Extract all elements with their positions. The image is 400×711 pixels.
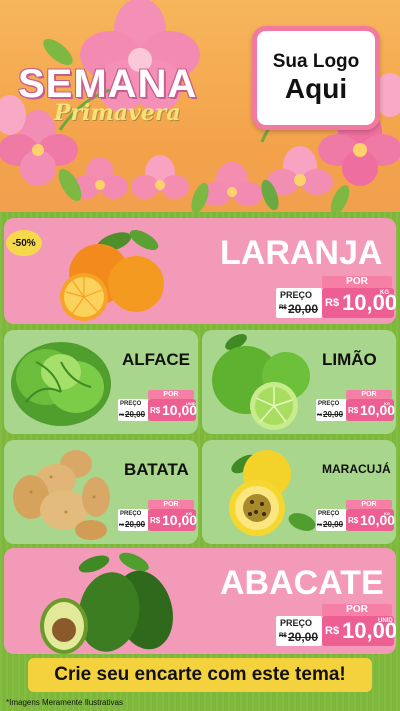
por-tag: POR	[346, 390, 392, 399]
por-tag: POR	[322, 604, 392, 616]
logo-line1: Sua Logo	[272, 51, 360, 73]
cta-banner[interactable]: Crie seu encarte com este tema!	[28, 658, 372, 692]
orange-icon	[60, 229, 164, 321]
old-price: 20,00	[125, 520, 146, 529]
title-sub: Primavera	[54, 100, 181, 126]
currency-symbol: R$	[150, 516, 161, 525]
currency-symbol: R$	[325, 297, 340, 309]
preco-label: PREÇO	[318, 401, 340, 407]
por-tag: POR	[148, 500, 194, 509]
logo-placeholder: Sua Logo Aqui	[252, 26, 380, 130]
product-card-limao: LIMÃO POR PREÇO R$ 20,00 R$ 10,00 KG	[202, 330, 396, 434]
old-price: 20,00	[125, 410, 146, 419]
por-tag: POR	[148, 390, 194, 399]
price-block: POR PREÇO R$ 20,00 R$ 10,00 UNID	[118, 390, 197, 422]
new-price-box: R$ 10,00 UNID	[322, 616, 396, 646]
price-block: POR PREÇO R$ 20,00 R$ 10,00 KG	[316, 500, 395, 532]
new-price-box: R$ 10,00 UNID	[148, 399, 197, 421]
unit: KG	[384, 401, 390, 406]
old-price-box: PREÇO R$ 20,00	[316, 509, 346, 531]
currency-symbol: R$	[150, 406, 161, 415]
old-price-box: PREÇO R$ 20,00	[316, 399, 346, 421]
lettuce-icon	[11, 342, 111, 426]
product-name: MARACUJÁ	[322, 462, 391, 476]
preco-label: PREÇO	[120, 401, 142, 407]
product-name: BATATA	[124, 460, 189, 479]
preco-label: PREÇO	[280, 290, 313, 300]
old-price: 20,00	[288, 302, 319, 316]
product-card-abacate: ABACATE POR PREÇO R$ 20,00 R$ 10,00 UNID	[4, 548, 396, 654]
product-name: LARANJA	[220, 234, 383, 272]
old-price-prefix: R$	[119, 522, 125, 527]
new-price-box: R$ 10,00 KG	[346, 399, 395, 421]
potato-icon	[13, 450, 110, 540]
old-price: 20,00	[288, 630, 319, 644]
currency-symbol: R$	[348, 406, 359, 415]
footnote: *Imagens Meramente Ilustrativas	[6, 698, 123, 707]
old-price: 20,00	[323, 410, 344, 419]
old-price-box: PREÇO R$ 20,00	[276, 288, 322, 318]
header-title: SEMANA Primavera	[14, 58, 244, 128]
price-block: POR PREÇO R$ 20,00 R$ 10,00 KG	[316, 390, 395, 422]
discount-badge: -50%	[6, 230, 42, 256]
product-card-alface: ALFACE POR PREÇO R$ 20,00 R$ 10,00 UNID	[4, 330, 198, 434]
por-tag: POR	[322, 276, 392, 288]
currency-symbol: R$	[325, 625, 340, 637]
unit: UNID	[186, 401, 196, 406]
price-block: POR PREÇO R$ 20,00 R$ 10,00 UNID	[276, 604, 396, 648]
header-banner: SEMANA Primavera Sua Logo Aqui	[0, 0, 400, 215]
lime-icon	[212, 334, 310, 430]
preco-label: PREÇO	[318, 511, 340, 517]
product-name: LIMÃO	[322, 350, 377, 369]
old-price: 20,00	[323, 520, 344, 529]
old-price-prefix: R$	[279, 633, 287, 639]
new-price-box: R$ 10,00 KG	[346, 509, 395, 531]
new-price-box: R$ 10,00 KG	[322, 288, 396, 318]
price-block: POR PREÇO R$ 20,00 R$ 10,00 KG	[118, 500, 197, 532]
old-price-prefix: R$	[279, 305, 287, 311]
old-price-prefix: R$	[119, 412, 125, 417]
por-tag: POR	[346, 500, 392, 509]
price-block: POR PREÇO R$ 20,00 R$ 10,00 KG	[276, 276, 396, 320]
product-card-maracuja: MARACUJÁ POR PREÇO R$ 20,00 R$ 10,00 KG	[202, 440, 396, 544]
currency-symbol: R$	[348, 516, 359, 525]
product-name: ABACATE	[220, 564, 384, 602]
preco-label: PREÇO	[120, 511, 142, 517]
unit: KG	[186, 511, 192, 516]
logo-line2: Aqui	[284, 73, 348, 104]
old-price-prefix: R$	[317, 412, 323, 417]
new-price-box: R$ 10,00 KG	[148, 509, 197, 531]
old-price-box: PREÇO R$ 20,00	[118, 399, 148, 421]
unit: KG	[380, 290, 389, 296]
product-card-laranja: LARANJA POR PREÇO R$ 20,00 R$ 10,00 KG	[4, 218, 396, 324]
preco-label: PREÇO	[280, 618, 313, 628]
product-name: ALFACE	[122, 350, 190, 369]
unit: UNID	[378, 618, 393, 624]
avocado-icon	[40, 552, 173, 654]
old-price-box: PREÇO R$ 20,00	[118, 509, 148, 531]
old-price-prefix: R$	[317, 522, 323, 527]
unit: KG	[384, 511, 390, 516]
old-price-box: PREÇO R$ 20,00	[276, 616, 322, 646]
product-card-batata: BATATA POR PREÇO R$ 20,00 R$ 10,00 KG	[4, 440, 198, 544]
